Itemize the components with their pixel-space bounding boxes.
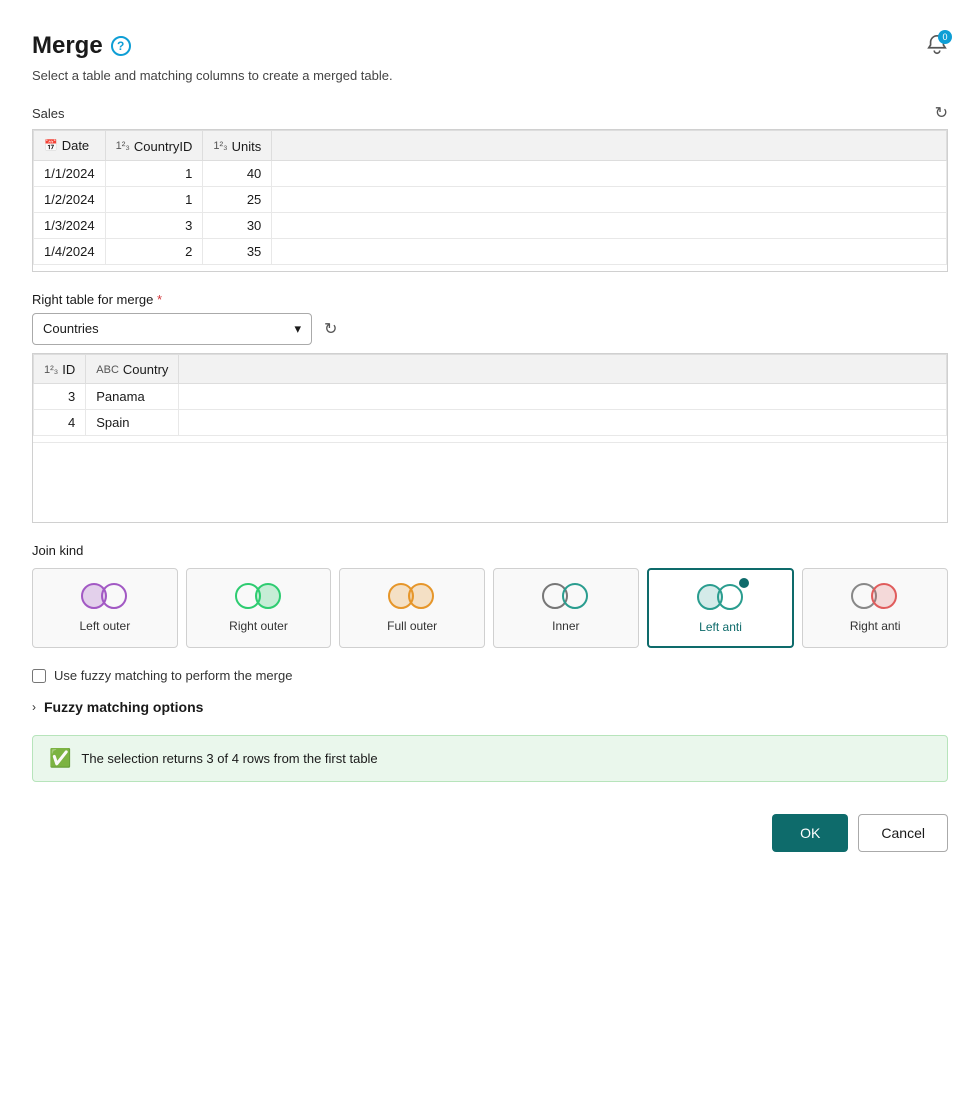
table-row: 1/4/2024 2 35: [34, 238, 947, 264]
info-banner-text: The selection returns 3 of 4 rows from t…: [81, 751, 377, 766]
check-circle-icon: ✅: [49, 748, 71, 769]
inner-icon: [542, 581, 590, 611]
right-table-refresh-button[interactable]: ↻: [324, 319, 337, 339]
left-outer-icon: [81, 581, 129, 611]
sales-table-wrapper: 📅 Date 1²₃ CountryID 1²₃ Units 1/1/2024 …: [32, 129, 948, 272]
chevron-right-icon: ›: [32, 700, 36, 714]
countries-col-country[interactable]: ABC Country: [86, 354, 179, 384]
right-table-label: Right table for merge *: [32, 292, 948, 307]
join-card-right-anti[interactable]: Right anti: [802, 568, 948, 648]
title-area: Merge ?: [32, 32, 131, 60]
help-icon[interactable]: ?: [111, 36, 131, 56]
info-banner: ✅ The selection returns 3 of 4 rows from…: [32, 735, 948, 782]
page-title: Merge: [32, 32, 103, 60]
countries-col-id[interactable]: 1²₃ ID: [34, 354, 86, 384]
full-outer-icon: [388, 581, 436, 611]
required-marker: *: [157, 292, 162, 307]
join-card-left-anti[interactable]: Left anti: [647, 568, 795, 648]
sales-col-units[interactable]: 1²₃ Units: [203, 131, 272, 161]
sales-col-date[interactable]: 📅 Date: [34, 131, 106, 161]
fuzzy-options-toggle[interactable]: › Fuzzy matching options: [32, 699, 948, 715]
notification-badge: 0: [938, 30, 952, 44]
table-row: 3 Panama: [34, 384, 947, 410]
sales-col-countryid[interactable]: 1²₃ CountryID: [105, 131, 203, 161]
table-row: 4 Spain: [34, 410, 947, 436]
join-card-inner[interactable]: Inner: [493, 568, 639, 648]
selected-indicator: [737, 576, 751, 590]
ok-button[interactable]: OK: [772, 814, 848, 852]
table-row: 1/2/2024 1 25: [34, 186, 947, 212]
right-anti-label: Right anti: [850, 619, 901, 633]
right-outer-label: Right outer: [229, 619, 288, 633]
join-cards: Left outer Right outer Full outer Inner …: [32, 568, 948, 648]
join-card-right-outer[interactable]: Right outer: [186, 568, 332, 648]
fuzzy-checkbox-row: Use fuzzy matching to perform the merge: [32, 668, 948, 683]
inner-label: Inner: [552, 619, 579, 633]
sales-refresh-button[interactable]: ↻: [935, 103, 948, 123]
right-table-field-group: Right table for merge * Countries ▾ ↻: [32, 292, 948, 345]
countries-col-empty: [179, 354, 947, 384]
chevron-down-icon: ▾: [294, 321, 301, 337]
right-outer-icon: [235, 581, 283, 611]
left-anti-icon: [697, 582, 745, 612]
fuzzy-checkbox[interactable]: [32, 669, 46, 683]
table-empty-area: [33, 442, 947, 522]
right-table-dropdown[interactable]: Countries ▾: [32, 313, 312, 345]
sales-section-header: Sales ↻: [32, 103, 948, 123]
sales-col-empty: [272, 131, 947, 161]
header: Merge ? 0: [32, 32, 948, 60]
sales-table: 📅 Date 1²₃ CountryID 1²₃ Units 1/1/2024 …: [33, 130, 947, 265]
countries-table: 1²₃ ID ABC Country 3 Panama 4 Spain: [33, 354, 947, 437]
table-row: 1/3/2024 3 30: [34, 212, 947, 238]
left-outer-label: Left outer: [79, 619, 130, 633]
footer: OK Cancel: [32, 814, 948, 852]
dropdown-row: Countries ▾ ↻: [32, 313, 948, 345]
cancel-button[interactable]: Cancel: [858, 814, 948, 852]
join-kind-label: Join kind: [32, 543, 948, 558]
subtitle: Select a table and matching columns to c…: [32, 68, 948, 83]
sales-label: Sales: [32, 106, 65, 121]
join-card-full-outer[interactable]: Full outer: [339, 568, 485, 648]
countries-table-wrapper: 1²₃ ID ABC Country 3 Panama 4 Spain: [32, 353, 948, 524]
right-anti-icon: [851, 581, 899, 611]
fuzzy-options-label: Fuzzy matching options: [44, 699, 203, 715]
fuzzy-checkbox-label[interactable]: Use fuzzy matching to perform the merge: [54, 668, 292, 683]
full-outer-label: Full outer: [387, 619, 437, 633]
table-row: 1/1/2024 1 40: [34, 160, 947, 186]
notification-icon[interactable]: 0: [926, 34, 948, 59]
join-card-left-outer[interactable]: Left outer: [32, 568, 178, 648]
left-anti-label: Left anti: [699, 620, 742, 634]
